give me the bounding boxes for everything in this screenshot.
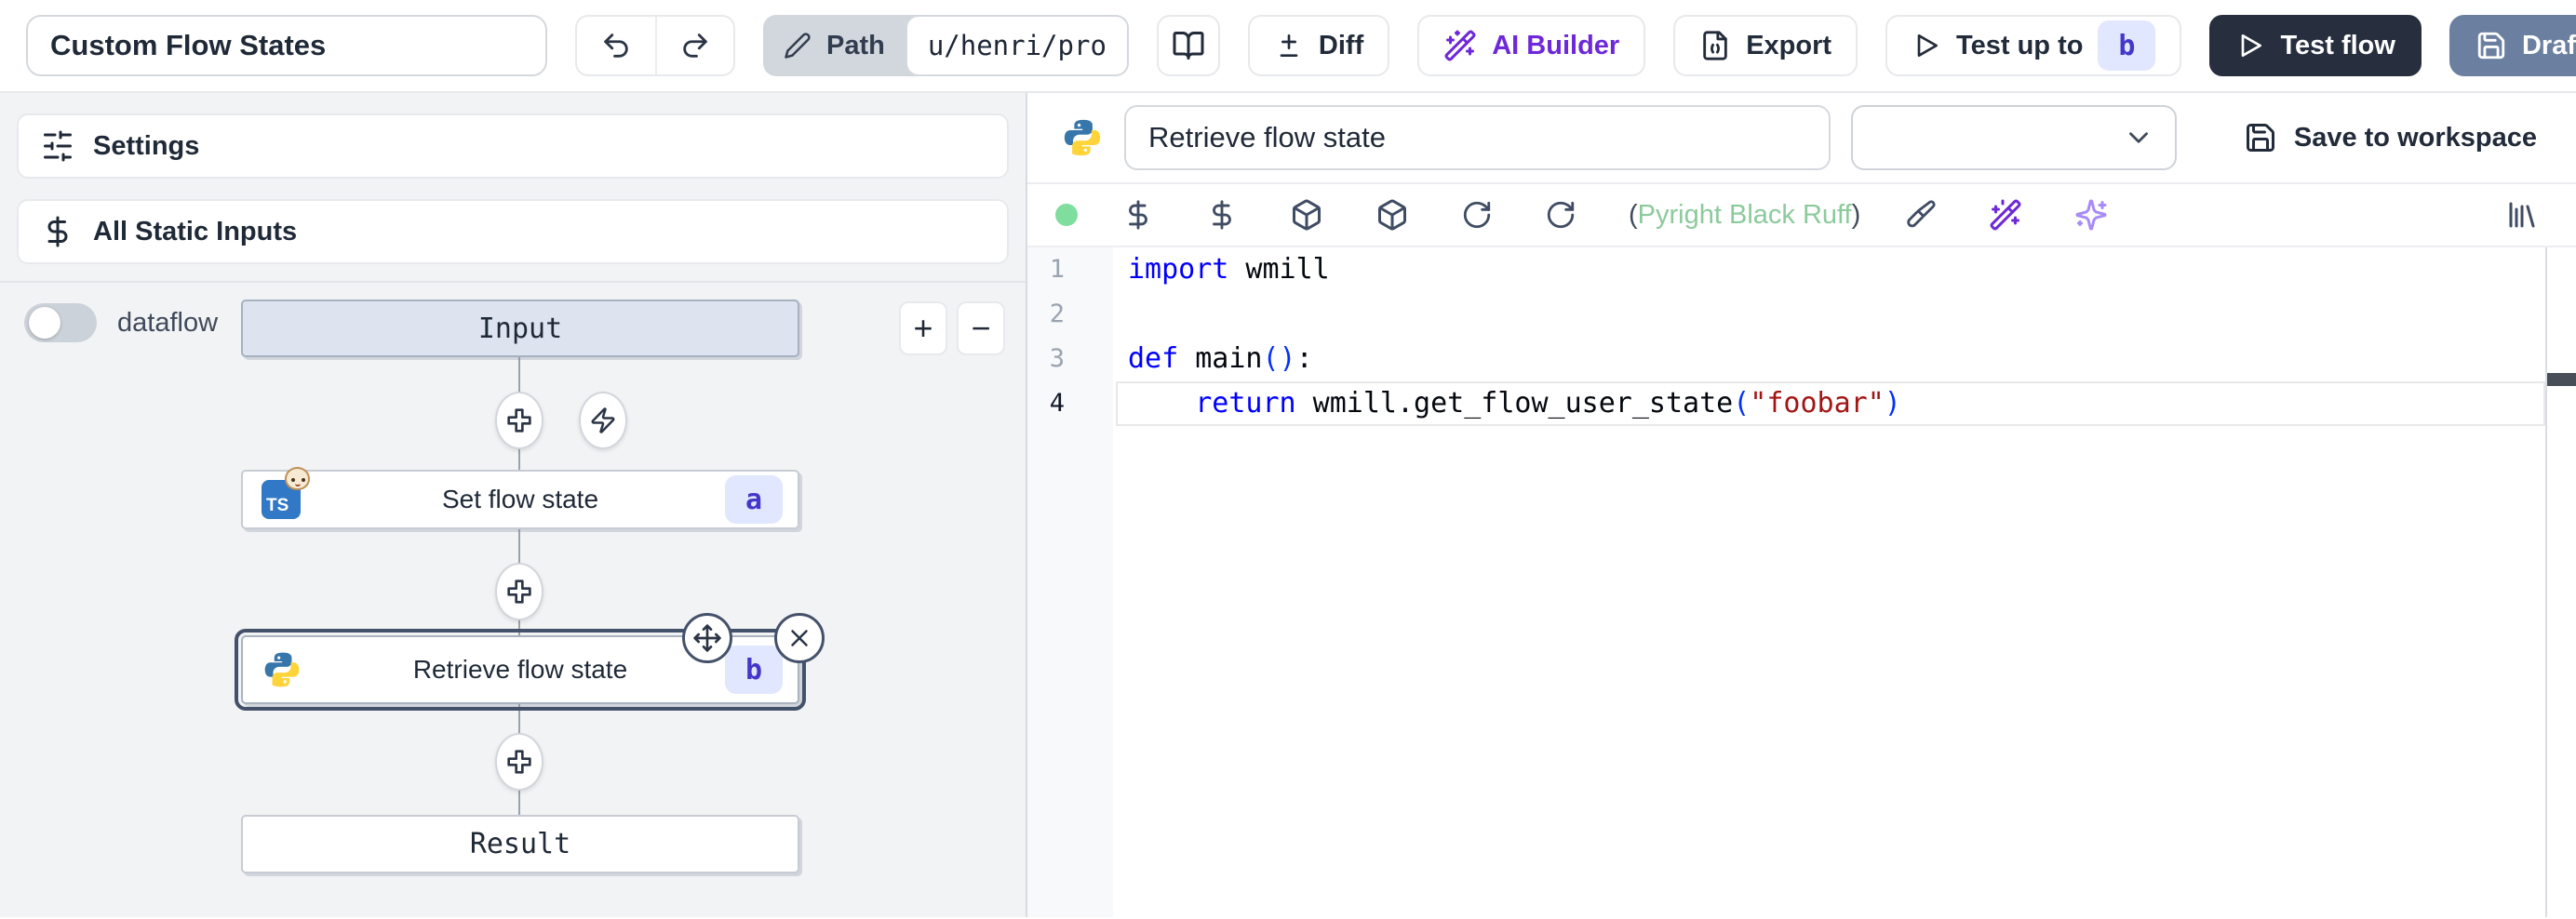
export-button[interactable]: Export xyxy=(1673,15,1858,76)
test-flow-label: Test flow xyxy=(2280,31,2395,61)
code-editor[interactable]: 1import wmill23def main():4 return wmill… xyxy=(1027,246,2576,917)
rotate-icon-2[interactable] xyxy=(1545,199,1576,231)
package-icon-1[interactable] xyxy=(1290,198,1323,232)
test-up-to-button[interactable]: Test up to b xyxy=(1885,15,2181,76)
close-icon xyxy=(785,624,813,652)
dollar-sign-icon-2[interactable] xyxy=(1206,199,1238,231)
sliders-icon xyxy=(41,129,74,163)
book-open-icon xyxy=(1172,29,1205,62)
set-flow-state-label: Set flow state xyxy=(442,485,598,514)
step-name-input[interactable] xyxy=(1124,105,1831,170)
save-icon xyxy=(2244,121,2277,154)
path-label-wrap: Path xyxy=(763,31,906,61)
language-select[interactable] xyxy=(1851,105,2177,170)
bun-icon xyxy=(285,467,310,490)
play-icon xyxy=(1912,31,1941,60)
zoom-in-button[interactable]: + xyxy=(899,301,947,355)
file-code-icon xyxy=(1699,30,1731,61)
plus-cross-icon xyxy=(504,747,534,777)
wand-sparkles-icon xyxy=(1443,29,1477,62)
dollar-sign-icon-1[interactable] xyxy=(1122,199,1154,231)
diff-label: Diff xyxy=(1319,31,1363,61)
code-assistants-label[interactable]: (Pyright Black Ruff) xyxy=(1629,200,1860,231)
dataflow-label: dataflow xyxy=(117,308,218,339)
zoom-out-button[interactable]: − xyxy=(957,301,1005,355)
delete-step-button[interactable] xyxy=(774,613,825,663)
flow-node-input[interactable]: Input xyxy=(241,300,799,357)
main-area: Settings All Static Inputs dataflow + − … xyxy=(0,93,2576,917)
flow-graph-canvas[interactable]: dataflow + − Input TS Set flow state a xyxy=(0,281,1026,917)
flow-settings-label: Settings xyxy=(93,131,199,162)
ai-builder-button[interactable]: AI Builder xyxy=(1417,15,1645,76)
play-icon xyxy=(2235,31,2265,60)
plus-cross-icon xyxy=(504,577,534,606)
paintbrush-icon[interactable] xyxy=(1905,199,1937,231)
retrieve-flow-state-label: Retrieve flow state xyxy=(413,655,627,685)
top-toolbar: Path u/henri/pro Diff AI Builder Export … xyxy=(0,0,2576,93)
save-to-workspace-label: Save to workspace xyxy=(2294,123,2537,153)
zap-icon xyxy=(589,406,617,434)
ai-wand-icon[interactable] xyxy=(1989,198,2022,232)
all-static-inputs-label: All Static Inputs xyxy=(93,217,297,247)
chevron-down-icon xyxy=(2123,122,2154,153)
path-button[interactable]: Path u/henri/pro xyxy=(763,15,1129,76)
save-draft-button[interactable]: Draft S xyxy=(2449,15,2576,76)
code-toolbar: (Pyright Black Ruff) xyxy=(1027,184,2576,246)
docs-button[interactable] xyxy=(1157,15,1220,76)
path-value[interactable]: u/henri/pro xyxy=(906,15,1129,76)
ai-sparkles-icon[interactable] xyxy=(2074,198,2108,232)
save-to-workspace-button[interactable]: Save to workspace xyxy=(2244,121,2537,154)
diff-icon xyxy=(1274,31,1304,60)
undo-button[interactable] xyxy=(577,17,655,74)
dataflow-toggle-wrap: dataflow xyxy=(24,303,218,342)
step-editor-panel: Save to workspace (Pyright Blac xyxy=(1027,93,2576,917)
all-static-inputs-card[interactable]: All Static Inputs xyxy=(17,199,1009,264)
library-icon[interactable] xyxy=(2505,198,2539,232)
python-icon xyxy=(1061,116,1104,159)
add-step-button-1[interactable] xyxy=(495,392,543,449)
redo-button[interactable] xyxy=(655,17,733,74)
flow-cards: Settings All Static Inputs xyxy=(0,93,1026,281)
python-icon xyxy=(262,649,302,690)
code-lines: 1import wmill23def main():4 return wmill… xyxy=(1027,247,2545,426)
add-step-button-3[interactable] xyxy=(495,733,543,791)
step-editor-header: Save to workspace xyxy=(1027,93,2576,184)
flow-node-result[interactable]: Result xyxy=(241,815,799,873)
add-trigger-button[interactable] xyxy=(579,392,627,449)
redo-icon xyxy=(679,30,711,61)
step-id-badge-a: a xyxy=(725,475,783,524)
typescript-icon-label: TS xyxy=(266,496,288,516)
path-label: Path xyxy=(826,31,885,61)
history-buttons xyxy=(575,15,735,76)
dataflow-toggle[interactable] xyxy=(24,303,97,342)
rotate-icon-1[interactable] xyxy=(1461,199,1493,231)
test-flow-button[interactable]: Test flow xyxy=(2209,15,2422,76)
diff-button[interactable]: Diff xyxy=(1248,15,1389,76)
flow-panel: Settings All Static Inputs dataflow + − … xyxy=(0,93,1027,917)
overview-ruler-divider xyxy=(2545,247,2547,917)
step-id-badge-b: b xyxy=(725,646,783,694)
test-up-to-step-badge: b xyxy=(2098,20,2155,71)
flow-title-input[interactable] xyxy=(26,15,547,76)
save-icon xyxy=(2475,30,2507,61)
draft-label: Draft xyxy=(2522,31,2576,61)
move-step-button[interactable] xyxy=(682,613,732,663)
package-icon-2[interactable] xyxy=(1375,198,1409,232)
ai-builder-label: AI Builder xyxy=(1492,31,1619,61)
undo-icon xyxy=(600,30,632,61)
typescript-bun-icon: TS xyxy=(262,480,301,519)
export-label: Export xyxy=(1746,31,1831,61)
add-step-button-2[interactable] xyxy=(495,563,543,620)
status-dot xyxy=(1055,204,1078,226)
plus-cross-icon xyxy=(504,406,534,435)
dollar-sign-icon xyxy=(41,215,74,248)
flow-node-set-flow-state[interactable]: TS Set flow state a xyxy=(241,470,799,529)
test-up-to-label: Test up to xyxy=(1956,31,2083,61)
flow-settings-card[interactable]: Settings xyxy=(17,113,1009,179)
move-icon xyxy=(692,623,722,653)
overview-ruler-cursor-marker xyxy=(2547,373,2576,386)
pencil-icon xyxy=(784,32,812,60)
